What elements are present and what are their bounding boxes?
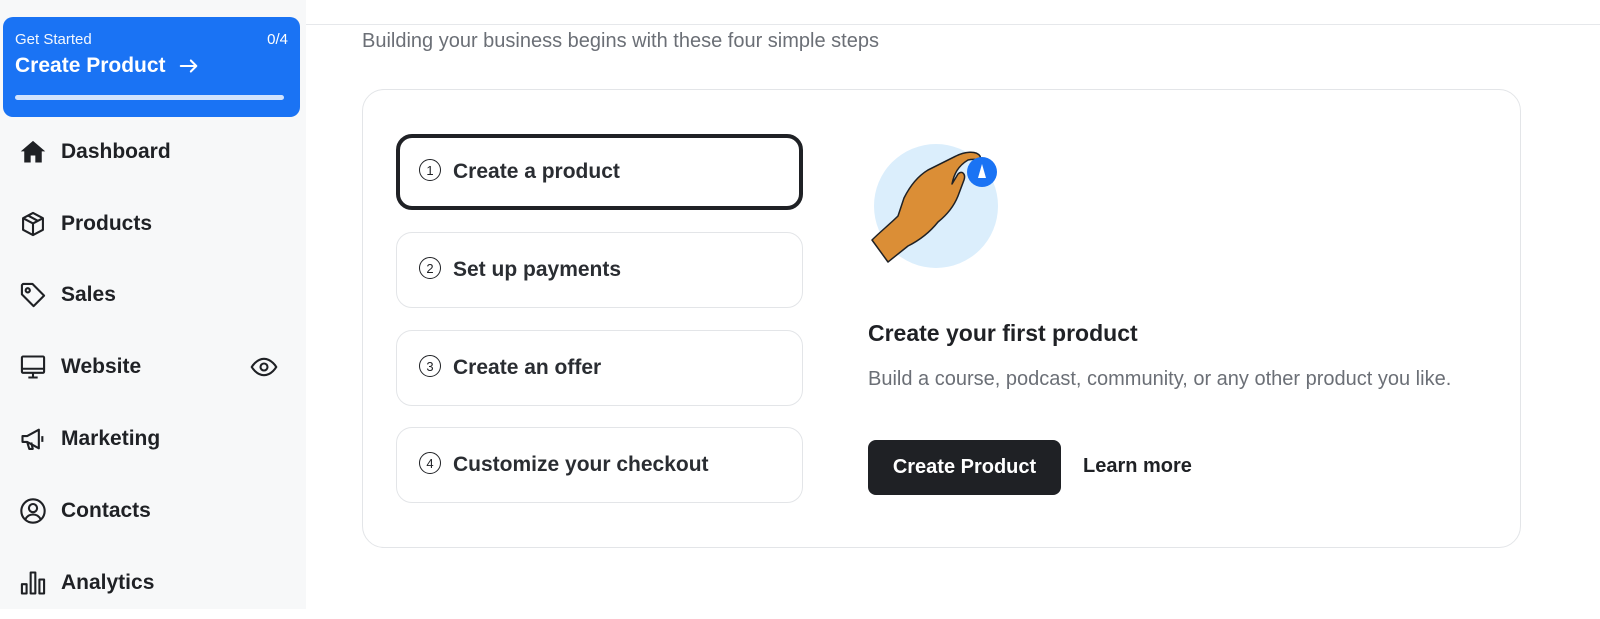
sidebar-item-label: Contacts <box>61 498 151 522</box>
get-started-label: Get Started <box>15 31 92 48</box>
page-subtitle: Building your business begins with these… <box>362 30 879 52</box>
sidebar-item-label: Marketing <box>61 427 161 451</box>
home-icon <box>18 137 48 167</box>
detail-title: Create your first product <box>868 320 1138 346</box>
get-started-card[interactable]: Get Started 0/4 Create Product <box>3 17 300 117</box>
get-started-count: 0/4 <box>267 31 288 48</box>
onboarding-card: 1 Create a product 2 Set up payments 3 C… <box>362 89 1521 548</box>
sidebar-nav: Dashboard Products Sales Website Marketi… <box>0 116 306 619</box>
sidebar-item-label: Dashboard <box>61 139 171 163</box>
user-circle-icon <box>18 496 48 526</box>
step-number: 1 <box>419 159 441 181</box>
step-label: Create a product <box>453 160 620 183</box>
sidebar-item-label: Analytics <box>61 570 155 594</box>
step-number: 2 <box>419 257 441 279</box>
step-create-product[interactable]: 1 Create a product <box>396 134 803 210</box>
step-number: 4 <box>419 452 441 474</box>
sidebar-item-contacts[interactable]: Contacts <box>0 475 306 547</box>
tag-icon <box>18 280 48 310</box>
hand-illustration <box>871 144 998 268</box>
step-customize-checkout[interactable]: 4 Customize your checkout <box>396 427 803 503</box>
get-started-progress-bar <box>15 95 284 100</box>
sidebar-item-marketing[interactable]: Marketing <box>0 403 306 475</box>
learn-more-link[interactable]: Learn more <box>1083 455 1192 478</box>
step-label: Customize your checkout <box>453 453 709 476</box>
detail-description: Build a course, podcast, community, or a… <box>868 368 1452 390</box>
step-label: Create an offer <box>453 356 602 379</box>
sidebar-item-products[interactable]: Products <box>0 188 306 260</box>
sidebar-item-dashboard[interactable]: Dashboard <box>0 116 306 188</box>
sidebar-item-website[interactable]: Website <box>0 331 306 403</box>
create-product-button[interactable]: Create Product <box>868 440 1061 495</box>
eye-icon[interactable] <box>250 353 278 381</box>
step-label: Set up payments <box>453 258 622 281</box>
arrow-right-icon <box>179 59 197 73</box>
sidebar-item-label: Products <box>61 211 153 235</box>
monitor-icon <box>18 352 48 382</box>
sidebar-item-sales[interactable]: Sales <box>0 260 306 332</box>
sidebar-item-label: Website <box>61 355 142 379</box>
box-icon <box>18 209 48 239</box>
sidebar-item-analytics[interactable]: Analytics <box>0 547 306 619</box>
top-bar <box>306 0 1600 25</box>
megaphone-icon <box>18 424 48 454</box>
get-started-title[interactable]: Create Product <box>15 54 200 78</box>
sidebar: Get Started 0/4 Create Product Dashboard… <box>0 0 306 609</box>
bar-chart-icon <box>18 568 48 598</box>
step-create-offer[interactable]: 3 Create an offer <box>396 330 803 406</box>
get-started-title-text: Create Product <box>15 54 166 77</box>
step-number: 3 <box>419 355 441 377</box>
sidebar-item-label: Sales <box>61 283 116 307</box>
step-set-up-payments[interactable]: 2 Set up payments <box>396 232 803 308</box>
